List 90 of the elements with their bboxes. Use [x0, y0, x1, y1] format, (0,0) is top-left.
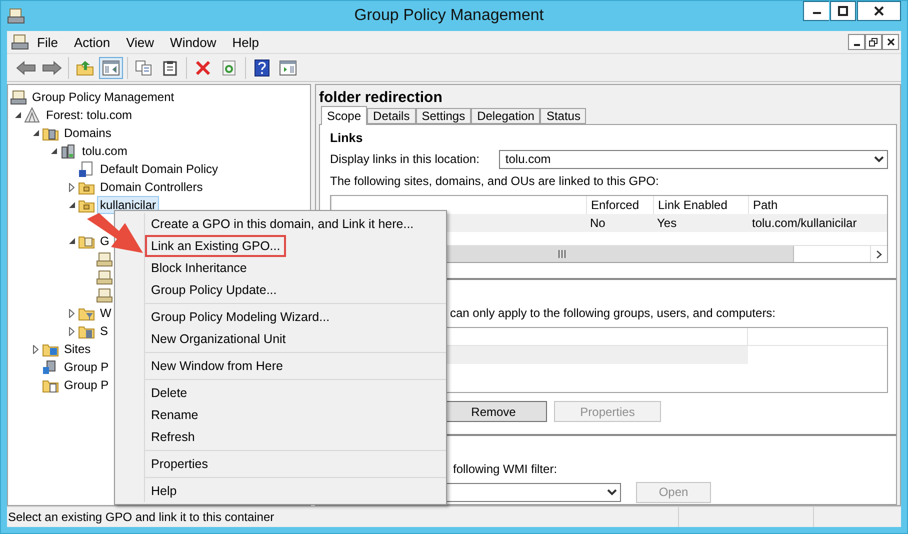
table-cell-text: No — [589, 215, 606, 232]
collapse-arrow-icon[interactable] — [68, 238, 76, 244]
collapse-arrow-icon[interactable] — [50, 148, 58, 154]
chevron-right-icon[interactable] — [876, 250, 882, 258]
tree-item[interactable]: tolu.com — [79, 142, 130, 160]
folder-up-icon — [76, 60, 94, 76]
console-icon — [7, 8, 25, 24]
collapse-arrow-icon[interactable] — [14, 112, 22, 118]
annotation-arrow — [87, 213, 143, 253]
status-text: Select an existing GPO and link it to this container — [8, 510, 274, 524]
menu-item[interactable]: Properties — [145, 453, 214, 475]
tree-item[interactable]: Domain Controllers — [97, 178, 206, 196]
copy-icon — [135, 60, 153, 76]
tab[interactable]: Settings — [416, 108, 472, 124]
window-title: Group Policy Management — [353, 7, 545, 25]
show-tree-icon — [102, 60, 120, 76]
menu-item[interactable]: New Organizational Unit — [145, 328, 292, 350]
maximize-button[interactable] — [830, 1, 856, 21]
console-icon — [10, 89, 27, 105]
chevron-down-icon — [874, 156, 884, 162]
close-button[interactable] — [857, 1, 901, 21]
document-shortcut-icon — [78, 161, 95, 177]
tree-item[interactable]: Group Policy Management — [29, 88, 178, 106]
tab[interactable]: Details — [367, 108, 416, 124]
close-icon — [886, 38, 894, 46]
description-text: following WMI filter: — [453, 462, 558, 476]
tree-item[interactable]: Default Domain Policy — [97, 160, 222, 178]
section-heading: Links — [330, 131, 364, 147]
action-pane-icon — [279, 60, 297, 76]
delete-icon — [195, 60, 211, 76]
description-text: The following sites, domains, and OUs are linked to this GPO: — [330, 174, 659, 188]
menu-item[interactable]: Refresh — [145, 426, 201, 448]
menu-item[interactable]: View — [118, 34, 162, 50]
menu-item[interactable]: Action — [66, 34, 118, 50]
toolbar-button[interactable] — [99, 56, 123, 78]
maximize-icon — [838, 6, 848, 16]
chevron-down-icon — [607, 488, 617, 496]
help-icon — [254, 58, 270, 76]
tree-item[interactable]: Group P — [61, 376, 112, 394]
tab[interactable]: Status — [540, 108, 586, 124]
clipboard-icon — [162, 60, 178, 76]
minimize-button[interactable] — [803, 1, 829, 21]
expand-arrow-icon[interactable] — [69, 326, 75, 336]
menu-item[interactable]: File — [29, 34, 66, 50]
tree-item[interactable]: Group P — [61, 358, 112, 376]
server-icon — [60, 143, 77, 159]
tab[interactable]: Scope — [321, 106, 368, 125]
tree-item[interactable]: G — [97, 232, 112, 250]
location-dropdown[interactable]: tolu.com — [499, 150, 888, 168]
tab[interactable]: Delegation — [471, 108, 540, 124]
menu-item[interactable]: Block Inheritance — [145, 257, 253, 279]
scroll-icon — [96, 269, 113, 285]
forest-icon — [24, 107, 41, 123]
restore-button[interactable] — [865, 34, 882, 50]
field-label: Display links in this location: — [330, 152, 480, 166]
back-arrow-icon — [16, 60, 36, 74]
description-text: can only apply to the following groups, users, and computers: — [450, 306, 776, 320]
collapse-arrow-icon[interactable] — [32, 130, 40, 136]
tree-item[interactable]: W — [97, 304, 114, 322]
table-cell-text: Yes — [656, 215, 678, 232]
console-icon — [11, 34, 29, 50]
tree-item[interactable]: Forest: tolu.com — [43, 106, 136, 124]
menu-item[interactable]: Link an Existing GPO... — [145, 235, 286, 257]
menu-item[interactable]: Group Policy Update... — [145, 279, 283, 301]
menu-item[interactable]: Help — [224, 34, 268, 50]
expand-arrow-icon[interactable] — [33, 344, 39, 354]
forward-arrow-icon — [42, 60, 62, 74]
expand-arrow-icon[interactable] — [69, 308, 75, 318]
refresh-icon — [222, 60, 236, 76]
table-cell-text: tolu.com/kullanicilar — [751, 215, 858, 232]
menu-item[interactable]: Help — [145, 480, 183, 502]
minimize-button[interactable] — [848, 34, 865, 50]
menu-item[interactable]: New Window from Here — [145, 355, 289, 377]
close-icon — [874, 6, 884, 16]
menu-item[interactable]: Group Policy Modeling Wizard... — [145, 306, 336, 328]
pane-title: folder redirection — [319, 89, 444, 106]
grip-icon — [557, 250, 567, 258]
collapse-arrow-icon[interactable] — [68, 202, 76, 208]
close-button[interactable] — [882, 34, 899, 50]
tree-item[interactable]: S — [97, 322, 112, 340]
menu-item[interactable]: Create a GPO in this domain, and Link it here... — [145, 213, 420, 235]
expand-arrow-icon[interactable] — [69, 182, 75, 192]
menu-item[interactable]: Window — [162, 34, 224, 50]
restore-icon — [869, 38, 878, 46]
menu-item[interactable]: Rename — [145, 404, 204, 426]
tree-item[interactable]: Domains — [61, 124, 114, 142]
scroll-icon — [96, 287, 113, 303]
menu-item[interactable]: Delete — [145, 382, 194, 404]
tree-item[interactable]: Sites — [61, 340, 94, 358]
scroll-icon — [96, 251, 113, 267]
